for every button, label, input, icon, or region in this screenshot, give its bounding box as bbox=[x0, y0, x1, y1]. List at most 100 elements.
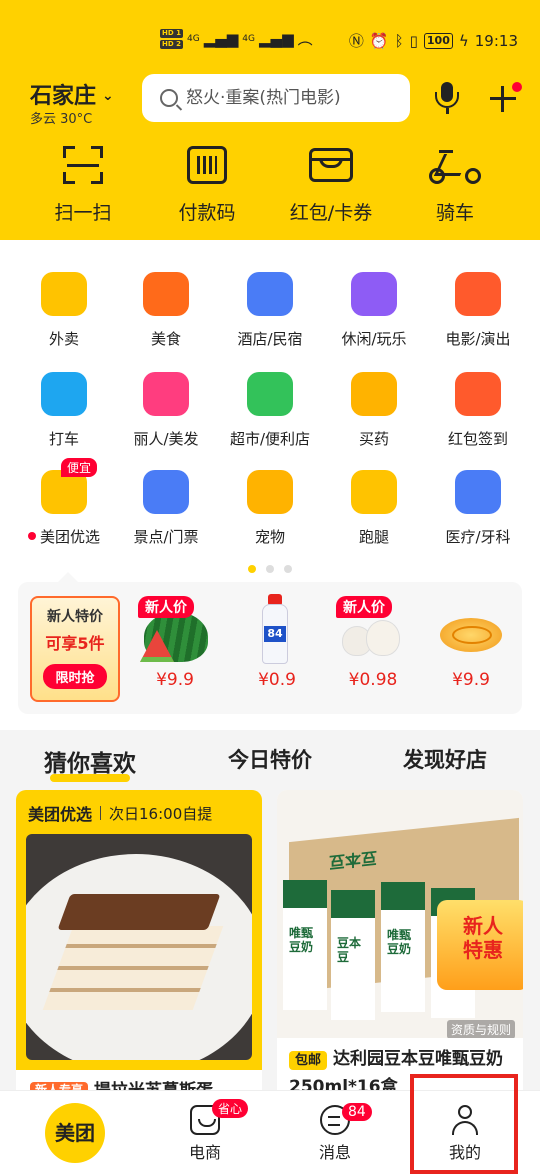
quick-bike[interactable]: 骑车 bbox=[400, 144, 510, 225]
red-dot-icon bbox=[27, 532, 36, 540]
service-item[interactable]: 景点/门票 bbox=[112, 466, 220, 547]
tab-guess-you-like[interactable]: 猜你喜欢 bbox=[44, 744, 136, 782]
newcomer-price-tag: 新人价 bbox=[138, 596, 194, 618]
page-dot bbox=[284, 565, 292, 573]
service-label: 电影/演出 bbox=[424, 328, 532, 349]
header-bar: 石家庄 ⌄ 多云 30°C bbox=[0, 74, 540, 127]
promo-product[interactable]: ¥9.9 bbox=[426, 590, 516, 690]
service-label: 跑腿 bbox=[320, 526, 428, 547]
carton-label: 唯甄豆奶 bbox=[387, 928, 412, 956]
promo-product[interactable]: 新人价 ¥9.9 bbox=[130, 590, 220, 690]
nfc-icon: Ⓝ bbox=[348, 32, 364, 50]
service-label: 酒店/民宿 bbox=[216, 328, 324, 349]
nav-home[interactable]: 美团 bbox=[10, 1091, 140, 1175]
scan-icon bbox=[61, 144, 105, 186]
quick-bike-label: 骑车 bbox=[435, 202, 474, 224]
service-item[interactable]: 美食 bbox=[112, 268, 220, 349]
services-panel: 外卖 美食 酒店/民宿 休闲/玩乐 电影/演出打车 丽人/美发 超市/便利店 买药 红包签到便宜… bbox=[0, 240, 540, 730]
product-price: ¥0.9 bbox=[258, 670, 296, 690]
service-item[interactable]: 便宜美团优选 bbox=[10, 458, 118, 547]
service-label-text: 医疗/牙科 bbox=[445, 528, 511, 546]
service-item[interactable]: 休闲/玩乐 bbox=[320, 268, 428, 349]
promo-card[interactable]: 新人特价 可享5件 限时抢 bbox=[30, 596, 120, 702]
signal-bars-icon: ▂▄▆ bbox=[203, 29, 239, 48]
search-input[interactable] bbox=[186, 88, 396, 108]
quick-pay-label: 付款码 bbox=[178, 202, 236, 224]
page-dot bbox=[266, 565, 274, 573]
alarm-icon: ⏰ bbox=[369, 31, 389, 50]
service-label-text: 红包签到 bbox=[447, 430, 508, 448]
fork-knife-icon bbox=[139, 268, 193, 320]
tiramisu-image bbox=[26, 834, 252, 1060]
quick-coupons[interactable]: 红包/卡券 bbox=[276, 144, 386, 225]
search-bar[interactable] bbox=[142, 74, 410, 122]
pickup-time: 次日16:00自提 bbox=[109, 804, 213, 823]
delivery-kangaroo-icon bbox=[37, 268, 91, 320]
service-label-text: 打车 bbox=[48, 430, 79, 448]
quick-pay-code[interactable]: 付款码 bbox=[152, 144, 262, 225]
service-label-text: 景点/门票 bbox=[133, 528, 199, 546]
service-badge: 便宜 bbox=[60, 458, 97, 477]
newcomer-price-tag: 新人价 bbox=[336, 596, 392, 618]
service-label-text: 酒店/民宿 bbox=[237, 330, 303, 348]
quality-rules-link[interactable]: 资质与规则 bbox=[446, 1020, 515, 1038]
service-item[interactable]: 打车 bbox=[10, 368, 118, 449]
service-label: 外卖 bbox=[10, 328, 118, 349]
service-item[interactable]: 丽人/美发 bbox=[112, 368, 220, 449]
milk-carton: 豆本豆 bbox=[331, 890, 375, 1020]
carton-label: 唯甄豆奶 bbox=[289, 926, 314, 954]
bluetooth-icon: ᛒ bbox=[394, 31, 404, 50]
service-item[interactable]: 买药 bbox=[320, 368, 428, 449]
service-label-text: 休闲/玩乐 bbox=[341, 330, 407, 348]
sim-indicators: HD 1 HD 2 bbox=[160, 28, 183, 49]
service-item[interactable]: 红包签到 bbox=[424, 368, 532, 449]
bleach-bottle-icon: 84 bbox=[242, 590, 312, 666]
service-item[interactable]: 外卖 bbox=[10, 268, 118, 349]
box-brand-text: 豆本豆 bbox=[329, 847, 378, 872]
promo-product[interactable]: 84 ¥0.9 bbox=[232, 590, 322, 690]
promo-grab-button[interactable]: 限时抢 bbox=[43, 664, 107, 689]
microphone-icon[interactable] bbox=[434, 82, 460, 116]
carton-label: 豆本豆 bbox=[337, 936, 362, 964]
service-item[interactable]: 跑腿 bbox=[320, 466, 428, 547]
quick-actions: 扫一扫 付款码 红包/卡券 骑车 bbox=[0, 144, 540, 224]
promo-subtitle: 可享5件 bbox=[45, 634, 105, 653]
beauty-icon bbox=[139, 368, 193, 420]
medical-cross-icon bbox=[451, 466, 505, 518]
feed-card-soymilk[interactable]: 豆本豆 唯甄豆奶 豆本豆 唯甄豆奶 唯甄豆奶 新人 特惠 资质与规则 包邮达利园… bbox=[277, 790, 523, 1110]
nav-messages[interactable]: 84 消息 bbox=[270, 1091, 400, 1175]
service-item[interactable]: 医疗/牙科 bbox=[424, 466, 532, 547]
service-label: 超市/便利店 bbox=[216, 428, 324, 449]
service-label: 休闲/玩乐 bbox=[320, 328, 428, 349]
sim2-label: HD 2 bbox=[160, 39, 183, 49]
nav-shop[interactable]: 省心 电商 bbox=[140, 1091, 270, 1175]
newbie-discount-badge: 新人 特惠 bbox=[437, 900, 523, 990]
message-count-badge: 84 bbox=[342, 1103, 372, 1121]
divider bbox=[100, 806, 102, 820]
service-label-text: 丽人/美发 bbox=[133, 430, 199, 448]
tab-discover-shops[interactable]: 发现好店 bbox=[403, 744, 487, 774]
signal-bars-icon: ▂▄▆ bbox=[259, 29, 294, 48]
service-label-text: 美团优选 bbox=[39, 528, 100, 546]
weather-text: 多云 30°C bbox=[30, 112, 93, 127]
promo-product[interactable]: 新人价 ¥0.98 bbox=[328, 590, 418, 690]
clock: 19:13 bbox=[474, 31, 518, 50]
newcomer-promo: 新人特价 可享5件 限时抢 新人价 ¥9.9 84 ¥0.9 新人价 ¥0.98… bbox=[18, 572, 522, 714]
quick-scan[interactable]: 扫一扫 bbox=[28, 144, 138, 225]
tab-today-deals[interactable]: 今日特价 bbox=[228, 744, 312, 774]
free-shipping-tag: 包邮 bbox=[289, 1051, 328, 1070]
feed-card-tiramisu[interactable]: 美团优选 次日16:00自提 新人专享提拉米苏慕斯蛋 bbox=[16, 790, 262, 1110]
city-selector[interactable]: 石家庄 ⌄ bbox=[30, 78, 114, 110]
service-label-text: 外卖 bbox=[48, 330, 79, 348]
product-price: ¥9.9 bbox=[452, 670, 490, 690]
status-left: HD 1 HD 2 4G ▂▄▆ 4G ▂▄▆ ︵ bbox=[160, 28, 313, 49]
service-item[interactable]: 宠物 bbox=[216, 466, 324, 547]
coupon-wallet-icon bbox=[309, 144, 353, 186]
service-label: 丽人/美发 bbox=[112, 428, 220, 449]
plus-icon[interactable] bbox=[488, 82, 522, 114]
service-item[interactable]: 酒店/民宿 bbox=[216, 268, 324, 349]
service-item[interactable]: 超市/便利店 bbox=[216, 368, 324, 449]
temple-icon bbox=[139, 466, 193, 518]
service-item[interactable]: 电影/演出 bbox=[424, 268, 532, 349]
bike-icon bbox=[429, 144, 481, 186]
